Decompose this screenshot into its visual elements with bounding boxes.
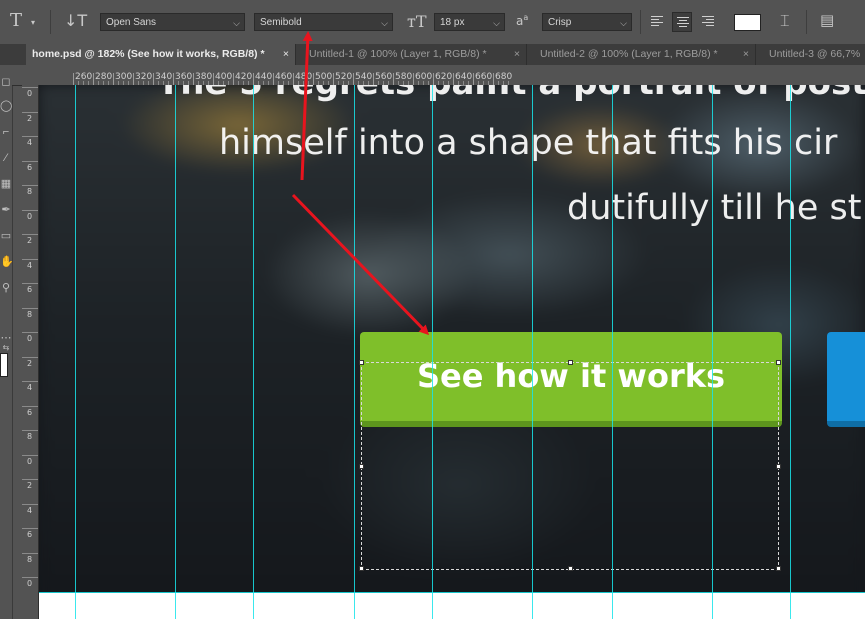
arrow-to-button-text <box>291 193 430 336</box>
annotation-arrows <box>291 31 430 336</box>
arrow-up-to-font-style <box>300 31 313 181</box>
